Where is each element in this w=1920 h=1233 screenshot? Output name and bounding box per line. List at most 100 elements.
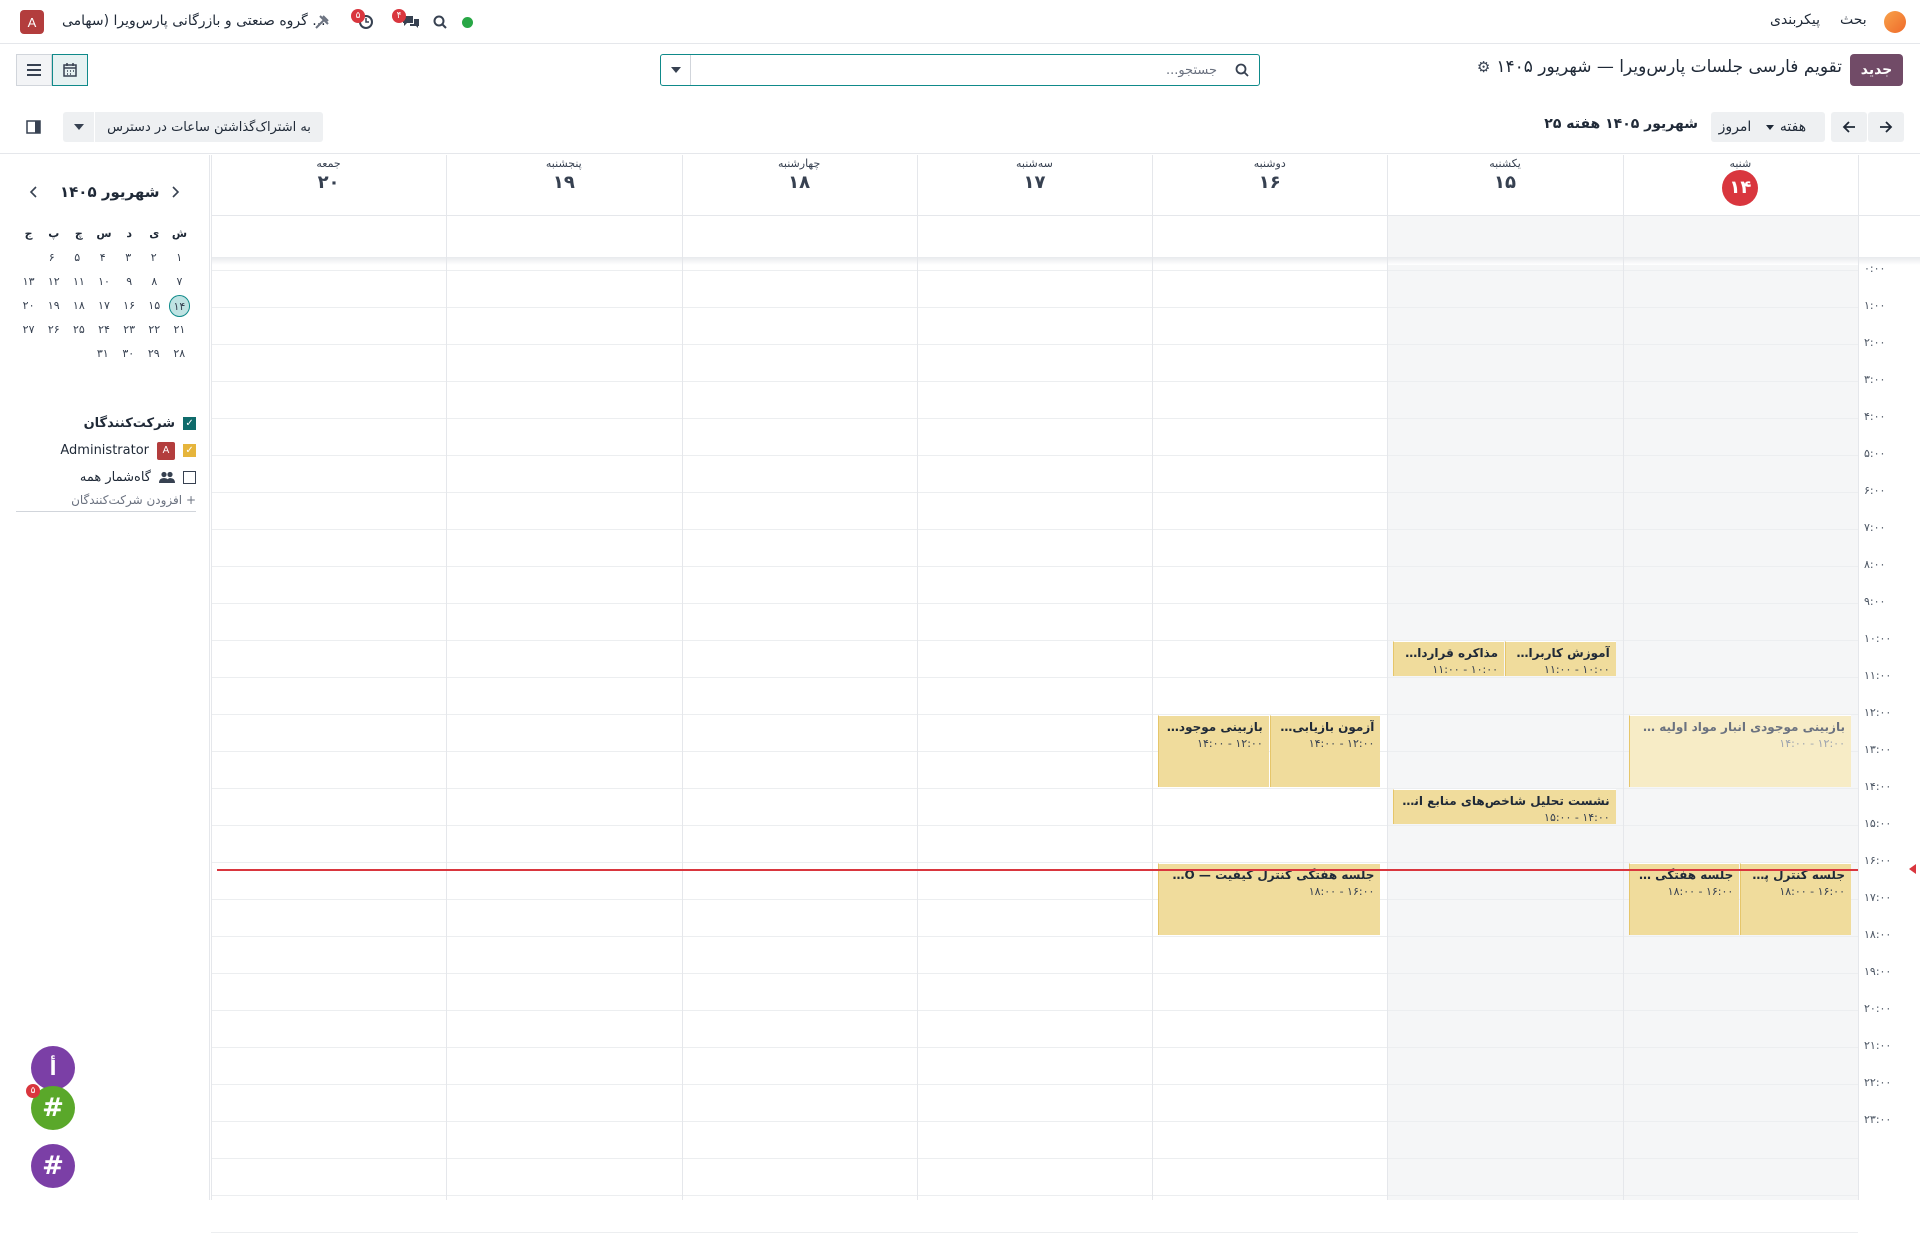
mini-day[interactable]: ۳ <box>116 247 142 269</box>
gear-icon[interactable]: ⚙ <box>1477 58 1490 76</box>
mini-day[interactable]: ۲۶ <box>41 319 66 341</box>
share-dropdown-toggle[interactable] <box>63 112 94 142</box>
search-icon[interactable] <box>1225 63 1259 77</box>
today-button[interactable]: امروز <box>1711 112 1759 142</box>
current-time-line <box>217 869 1858 871</box>
day-header[interactable]: چهارشنبه ۱۸ <box>682 155 917 215</box>
search-options-toggle[interactable] <box>661 55 691 85</box>
mini-day[interactable]: ۱۱ <box>66 271 91 293</box>
mini-day[interactable]: ۲۳ <box>117 319 142 341</box>
mini-day[interactable]: ۲۵ <box>66 319 91 341</box>
share-availability-button[interactable]: به اشتراک‌گذاشتن ساعات در دسترس <box>95 112 323 142</box>
hour-line <box>211 603 1858 604</box>
calendar-event[interactable]: مذاکره قرارداد خد... ۱۰:۰۰ - ۱۱:۰۰ <box>1393 641 1505 676</box>
mini-day[interactable]: ۵ <box>65 247 91 269</box>
mini-day[interactable]: ۲۰ <box>16 295 41 317</box>
week-calendar-grid: شنبه ۱۴ یکشنبه ۱۵ دوشنبه ۱۶ سه‌شنبه ۱۷ چهارشنبه ۱… <box>211 155 1920 1233</box>
chat-bubble-user[interactable]: أ <box>31 1046 75 1090</box>
calendar-event[interactable]: جلسه کنترل پروژه اسـ۱۶:۰۰ - ۱۸:۰۰ <box>1740 863 1851 935</box>
hour-line <box>211 307 1858 308</box>
all-calendars-label: گاه‌شمار همه <box>79 470 151 485</box>
add-attendees-link[interactable]: + افزودن شرکت‌کنندگان <box>16 493 196 512</box>
day-header[interactable]: دوشنبه ۱۶ <box>1152 155 1387 215</box>
day-header[interactable]: یکشنبه ۱۵ <box>1387 155 1622 215</box>
mini-weekday: ج <box>24 227 33 240</box>
mini-day[interactable]: ۴ <box>90 247 116 269</box>
mini-day[interactable]: ۱۵ <box>142 295 167 317</box>
column-divider <box>1387 155 1388 1200</box>
event-time: ۱۲:۰۰ - ۱۴:۰۰ <box>1779 737 1845 750</box>
mini-day[interactable]: ۹ <box>117 271 142 293</box>
hour-line <box>211 677 1858 678</box>
chevron-down-icon <box>73 124 84 130</box>
calendar-event[interactable]: نشست تحلیل شاخص‌های منابع انسانی —... ۱۴:… <box>1393 789 1616 824</box>
calendar-event[interactable]: آزمون بازیابی نسخه پ ۱۲:۰۰ - ۱۴:۰۰ <box>1269 715 1381 787</box>
mini-day[interactable]: ۲۹ <box>141 343 167 365</box>
mini-day[interactable]: ۳۱ <box>90 343 116 365</box>
mini-day[interactable]: ۸ <box>142 271 167 293</box>
admin-checkbox[interactable]: ✓ <box>183 444 196 457</box>
mini-day[interactable]: ۱ <box>167 247 193 269</box>
day-header[interactable]: جمعه ۲۰ <box>211 155 446 215</box>
new-button[interactable]: جدید <box>1850 54 1903 86</box>
hour-line <box>211 418 1858 419</box>
tools-icon[interactable] <box>312 13 332 31</box>
event-title: نشست تحلیل شاخص‌های منابع انسانی —... <box>1400 794 1610 808</box>
menu-discuss[interactable]: بحث <box>1840 12 1867 28</box>
mini-day[interactable]: ۱۴ <box>168 295 191 317</box>
calendar-event[interactable]: بازبینی موجودی انبار مواد اولیه — DEMO-.… <box>1628 715 1851 787</box>
all-calendars-checkbox[interactable] <box>183 471 196 484</box>
hour-label: ۴:۰۰ <box>1864 410 1886 423</box>
mini-day[interactable]: ۲۱ <box>167 319 192 341</box>
next-period-button[interactable] <box>1868 112 1904 142</box>
chevron-left-icon[interactable] <box>26 184 40 200</box>
mini-day[interactable]: ۷ <box>167 271 192 293</box>
prev-period-button[interactable] <box>1831 112 1867 142</box>
mini-calendar: شیدسچپج ۱ ۲ ۳ ۴ ۵ ۶ ۷ ۸ ۹ ۱۰ ۱۱ ۱۲ ۱۳ ۱۴ ۱۵ ۱۶ ۱۷ ۱۸ ۱۹ ۲۰ ۲… <box>16 222 192 366</box>
mini-day[interactable]: ۲ <box>141 247 167 269</box>
mini-day[interactable]: ۳۰ <box>116 343 142 365</box>
chat-bubble-channel-2[interactable]: # <box>31 1144 75 1188</box>
mini-day[interactable]: ۱۸ <box>66 295 91 317</box>
menu-configuration[interactable]: پیکربندی <box>1770 12 1820 28</box>
sidebar-toggle-icon[interactable] <box>24 118 42 136</box>
day-header[interactable]: سه‌شنبه ۱۷ <box>917 155 1152 215</box>
app-logo-icon[interactable] <box>1884 11 1906 33</box>
search-icon[interactable] <box>432 14 448 30</box>
calendar-event[interactable]: جلسه هفتگی کنترل کیفیت — PV-DEMO۱۶:۰۰ - … <box>1158 863 1381 935</box>
company-switcher[interactable]: گروه صنعتی و بازرگانی پارس‌ویرا (سهامی .… <box>62 13 326 29</box>
search-input[interactable] <box>691 55 1225 85</box>
day-number: ۱۴ <box>1722 170 1759 206</box>
day-column-shade <box>1622 215 1858 1200</box>
mini-day[interactable]: ۱۹ <box>41 295 66 317</box>
mini-day[interactable]: ۱۳ <box>16 271 41 293</box>
mini-day[interactable]: ۲۸ <box>167 343 193 365</box>
hour-label: ۱۲:۰۰ <box>1864 706 1892 719</box>
calendar-view-button[interactable] <box>52 54 88 86</box>
calendar-event[interactable]: بازبینی موجودی ا... ۱۲:۰۰ - ۱۴:۰۰ <box>1158 715 1269 787</box>
calendar-event[interactable]: جلسه هفتگی کنتر...۱۶:۰۰ - ۱۸:۰۰ <box>1628 863 1740 935</box>
user-avatar[interactable]: A <box>20 10 44 34</box>
column-divider <box>917 155 918 1200</box>
mini-day[interactable]: ۲۲ <box>142 319 167 341</box>
chat-icon[interactable]: ۴ <box>392 9 422 31</box>
mini-day[interactable]: ۲۷ <box>16 319 41 341</box>
hour-line <box>211 1195 1858 1196</box>
clock-icon[interactable]: ۵ <box>351 9 376 31</box>
list-view-button[interactable] <box>16 54 52 86</box>
day-header[interactable]: شنبه ۱۴ <box>1623 155 1858 215</box>
mini-day[interactable]: ۲۴ <box>91 319 116 341</box>
mini-day[interactable]: ۱۲ <box>41 271 66 293</box>
chevron-right-icon[interactable] <box>169 184 183 200</box>
mini-day[interactable]: ۱۷ <box>91 295 116 317</box>
day-header[interactable]: پنجشنبه ۱۹ <box>446 155 681 215</box>
users-icon <box>159 471 175 483</box>
mini-day[interactable]: ۱۶ <box>117 295 142 317</box>
calendar-event[interactable]: آموزش کاربران واحد ه ۱۰:۰۰ - ۱۱:۰۰ <box>1505 641 1616 676</box>
hour-label: ۰:۰۰ <box>1864 262 1886 275</box>
attendees-checkbox[interactable]: ✓ <box>183 417 196 430</box>
hour-line <box>211 529 1858 530</box>
day-name: سه‌شنبه <box>1016 157 1053 170</box>
mini-day[interactable]: ۱۰ <box>91 271 116 293</box>
mini-day[interactable]: ۶ <box>39 247 65 269</box>
